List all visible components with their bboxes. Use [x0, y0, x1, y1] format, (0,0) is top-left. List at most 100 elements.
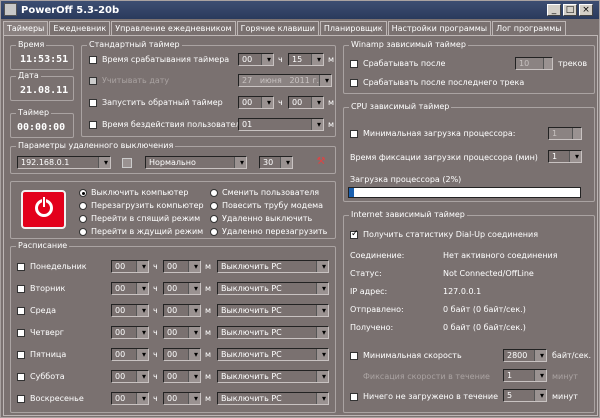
network-icon[interactable]: [122, 158, 132, 168]
nothing-loaded-select[interactable]: 5: [503, 389, 547, 402]
radio-shutdown-label: Выключить компьютер: [91, 188, 189, 197]
consider-date-checkbox[interactable]: [89, 77, 97, 85]
day-action-select[interactable]: Выключить PC: [217, 260, 329, 273]
timer-value: 00:00:00: [17, 122, 66, 133]
dialup-stats-label: Получить статистику Dial-Up соединения: [363, 230, 538, 239]
date-month: июня: [259, 76, 282, 85]
h-label: ч: [278, 55, 283, 64]
stat-key: Статус:: [350, 269, 382, 278]
day-action-select[interactable]: Выключить PC: [217, 326, 329, 339]
nothing-loaded-checkbox[interactable]: [350, 393, 358, 401]
tab-planner[interactable]: Ежедневник: [49, 21, 111, 35]
remote-action-icon[interactable]: ⚒: [315, 156, 327, 168]
trigger-time-checkbox[interactable]: [89, 56, 97, 64]
radio-hangup[interactable]: [210, 202, 218, 210]
day-checkbox[interactable]: [17, 329, 25, 337]
power-button[interactable]: [21, 190, 66, 229]
day-minutes-select[interactable]: 00: [163, 370, 201, 383]
cpu-min-load-spin[interactable]: 1: [548, 127, 582, 140]
day-checkbox[interactable]: [17, 395, 25, 403]
day-checkbox[interactable]: [17, 351, 25, 359]
day-action-select[interactable]: Выключить PC: [217, 392, 329, 405]
maximize-button[interactable]: □: [563, 4, 577, 16]
day-checkbox[interactable]: [17, 373, 25, 381]
radio-remote-reboot[interactable]: [210, 228, 218, 236]
day-hours-select[interactable]: 00: [111, 282, 149, 295]
day-hours-select[interactable]: 00: [111, 304, 149, 317]
date-picker[interactable]: 27 июня 2011 г.: [238, 74, 332, 87]
day-h-label: ч: [153, 328, 158, 337]
close-button[interactable]: ×: [579, 4, 593, 16]
internet-legend: Internet зависимый таймер: [349, 210, 467, 219]
day-action-select[interactable]: Выключить PC: [217, 304, 329, 317]
m-label: м: [328, 55, 335, 64]
idle-checkbox[interactable]: [89, 121, 97, 129]
day-action-select[interactable]: Выключить PC: [217, 282, 329, 295]
date-year: 2011 г.: [289, 76, 320, 85]
day-hours-select[interactable]: 00: [111, 348, 149, 361]
t2-minutes-select[interactable]: 00: [288, 96, 324, 109]
date-day: 27: [242, 76, 253, 85]
cpu-load-progress: [348, 187, 581, 198]
radio-standby[interactable]: [79, 228, 87, 236]
minimize-button[interactable]: _: [547, 4, 561, 16]
radio-reboot[interactable]: [79, 202, 87, 210]
day-checkbox[interactable]: [17, 285, 25, 293]
winamp-last-checkbox[interactable]: [350, 79, 358, 87]
stat-key: Отправлено:: [350, 305, 404, 314]
min-speed-checkbox[interactable]: [350, 352, 358, 360]
cpu-min-load-checkbox[interactable]: [350, 130, 358, 138]
day-hours-select[interactable]: 00: [111, 260, 149, 273]
day-action-select[interactable]: Выключить PC: [217, 370, 329, 383]
winamp-tracks-spin[interactable]: 10: [515, 57, 553, 70]
remote-num-select[interactable]: 30: [259, 156, 293, 169]
min-speed-select[interactable]: 2800: [503, 349, 547, 362]
fix-speed-select[interactable]: 1: [503, 369, 547, 382]
day-label: Воскресенье: [30, 394, 84, 403]
t1-hours-select[interactable]: 00: [238, 53, 274, 66]
remote-ip-select[interactable]: 192.168.0.1: [17, 156, 111, 169]
idle-select[interactable]: 01: [238, 118, 324, 131]
fix-speed-min-label: минут: [552, 372, 578, 381]
countdown-checkbox[interactable]: [89, 99, 97, 107]
t2-hours-select[interactable]: 00: [238, 96, 274, 109]
tab-hotkeys[interactable]: Горячие клавиши: [236, 21, 319, 35]
dialup-stats-checkbox[interactable]: [350, 229, 359, 239]
day-hours-select[interactable]: 00: [111, 392, 149, 405]
day-minutes-select[interactable]: 00: [163, 304, 201, 317]
remote-legend: Параметры удаленного выключения: [16, 141, 176, 150]
cpu-load-label: Загрузка процессора (2%): [350, 175, 462, 184]
winamp-last-label: Срабатывать после последнего трека: [363, 78, 525, 87]
tab-settings[interactable]: Настройки программы: [387, 21, 492, 35]
day-m-label: м: [205, 394, 212, 403]
schedule-group: Расписание Понедельник 00 ч 00 м Выключи…: [10, 241, 336, 413]
day-h-label: ч: [153, 394, 158, 403]
radio-shutdown[interactable]: [79, 189, 87, 197]
radio-switch-user[interactable]: [210, 189, 218, 197]
day-hours-select[interactable]: 00: [111, 370, 149, 383]
standard-timer-group: Стандартный таймер Время срабатывания та…: [81, 40, 336, 137]
day-m-label: м: [205, 350, 212, 359]
day-label: Вторник: [30, 284, 66, 293]
day-minutes-select[interactable]: 00: [163, 282, 201, 295]
day-minutes-select[interactable]: 00: [163, 260, 201, 273]
tab-scheduler[interactable]: Планировщик: [319, 21, 387, 35]
day-checkbox[interactable]: [17, 263, 25, 271]
remote-mode-select[interactable]: Нормально: [145, 156, 247, 169]
radio-sleep[interactable]: [79, 215, 87, 223]
cpu-fix-time-select[interactable]: 1: [548, 150, 582, 163]
day-minutes-select[interactable]: 00: [163, 326, 201, 339]
stat-value: 0 байт (0 байт/сек.): [443, 323, 526, 332]
t1-minutes-select[interactable]: 15: [288, 53, 324, 66]
radio-remote-off[interactable]: [210, 215, 218, 223]
day-hours-select[interactable]: 00: [111, 326, 149, 339]
day-checkbox[interactable]: [17, 307, 25, 315]
day-minutes-select[interactable]: 00: [163, 348, 201, 361]
tab-log[interactable]: Лог программы: [492, 21, 566, 35]
day-minutes-select[interactable]: 00: [163, 392, 201, 405]
day-action-select[interactable]: Выключить PC: [217, 348, 329, 361]
tab-planner-manage[interactable]: Управление ежедневником: [111, 21, 236, 35]
winamp-after-checkbox[interactable]: [350, 60, 358, 68]
tab-timers[interactable]: Таймеры: [3, 21, 49, 36]
min-speed-label: Минимальная скорость: [363, 351, 462, 360]
